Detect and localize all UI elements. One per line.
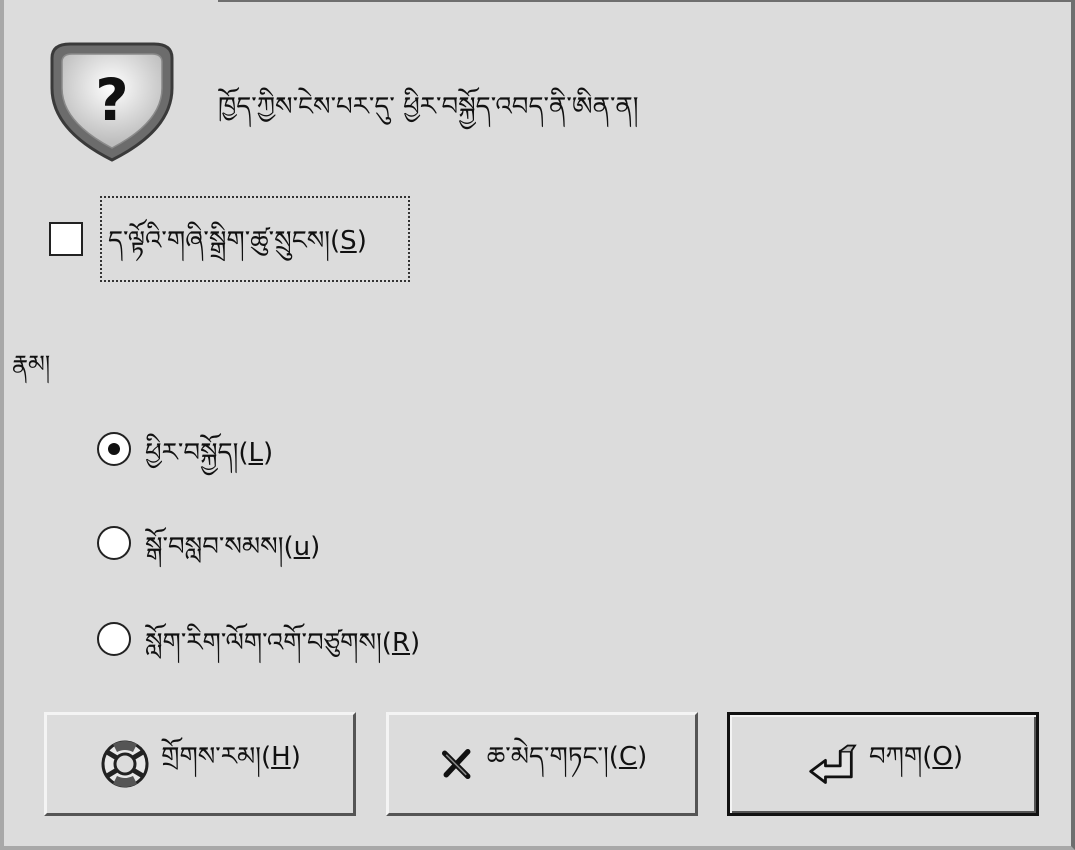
help-button-label: གྲོགས་རམ།(H) — [161, 728, 301, 801]
radio-restart-button[interactable] — [97, 622, 131, 656]
action-group-label: རྣམ། — [12, 350, 51, 378]
radio-logout-mnemonic: L — [248, 438, 264, 468]
help-button-text: གྲོགས་རམ།( — [161, 741, 272, 772]
radio-shutdown-mnemonic: u — [293, 532, 311, 562]
radio-logout-text: ཕྱིར་བསྐྱོད།( — [145, 438, 249, 468]
save-settings-label[interactable]: ད་ལྟོའི་གཞི་སྒྲིག་ཚུ་སྲུངས།(S) — [100, 196, 410, 282]
cancel-button-mnemonic: C — [618, 741, 638, 772]
radio-shutdown-text: སྒོ་བསླབ་སམས།( — [145, 532, 294, 562]
prompt-text: ཁྱོད་ཀྱིས་ངེས་པར་དུ་ ཕྱིར་བསྐྱོད་འབད་ནི་… — [218, 92, 639, 122]
radio-restart-mnemonic: R — [391, 628, 411, 658]
radio-logout-button[interactable] — [97, 432, 131, 466]
radio-shutdown-end: ) — [310, 532, 321, 562]
cancel-button-text: ཆ་མེད་གཏང་།( — [486, 741, 619, 772]
radio-shutdown-label[interactable]: སྒོ་བསླབ་སམས།(u) — [145, 518, 320, 591]
cancel-button-label: ཆ་མེད་གཏང་།(C) — [487, 728, 648, 801]
cancel-button[interactable]: ཆ་མེད་གཏང་།(C) — [386, 712, 698, 816]
ok-button-text: བཀག( — [868, 741, 933, 772]
cancel-button-end: ) — [637, 741, 648, 772]
radio-restart-label[interactable]: སློག་རིག་ལོག་འགོ་བཙུགས།(R) — [145, 614, 420, 687]
radio-restart-end: ) — [410, 628, 421, 658]
return-arrow-icon — [809, 744, 857, 784]
save-settings-checkbox[interactable] — [49, 222, 83, 256]
ok-button-mnemonic: O — [932, 741, 953, 772]
lifebuoy-icon — [101, 740, 149, 788]
save-settings-label-end: ) — [356, 226, 367, 256]
radio-shutdown-button[interactable] — [97, 526, 131, 560]
window-edge — [218, 0, 1075, 2]
help-button-end: ) — [290, 741, 301, 772]
radio-selected-dot — [108, 443, 120, 455]
help-button[interactable]: གྲོགས་རམ།(H) — [44, 712, 356, 816]
ok-button[interactable]: བཀག(O) — [727, 712, 1039, 816]
question-icon: ? — [50, 42, 174, 162]
close-x-icon — [441, 749, 471, 779]
logout-dialog: ? ཁྱོད་ཀྱིས་ངེས་པར་དུ་ ཕྱིར་བསྐྱོད་འབད་ན… — [0, 0, 1075, 850]
ok-button-label: བཀག(O) — [869, 728, 963, 801]
help-button-mnemonic: H — [271, 741, 291, 772]
ok-button-end: ) — [952, 741, 964, 772]
svg-text:?: ? — [95, 66, 129, 134]
save-settings-mnemonic: S — [340, 226, 357, 256]
radio-restart-text: སློག་རིག་ལོག་འགོ་བཙུགས།( — [145, 628, 392, 658]
radio-logout-label[interactable]: ཕྱིར་བསྐྱོད།(L) — [145, 424, 273, 497]
save-settings-label-text: ད་ལྟོའི་གཞི་སྒྲིག་ཚུ་སྲུངས།( — [108, 226, 341, 256]
radio-logout-end: ) — [263, 438, 274, 468]
